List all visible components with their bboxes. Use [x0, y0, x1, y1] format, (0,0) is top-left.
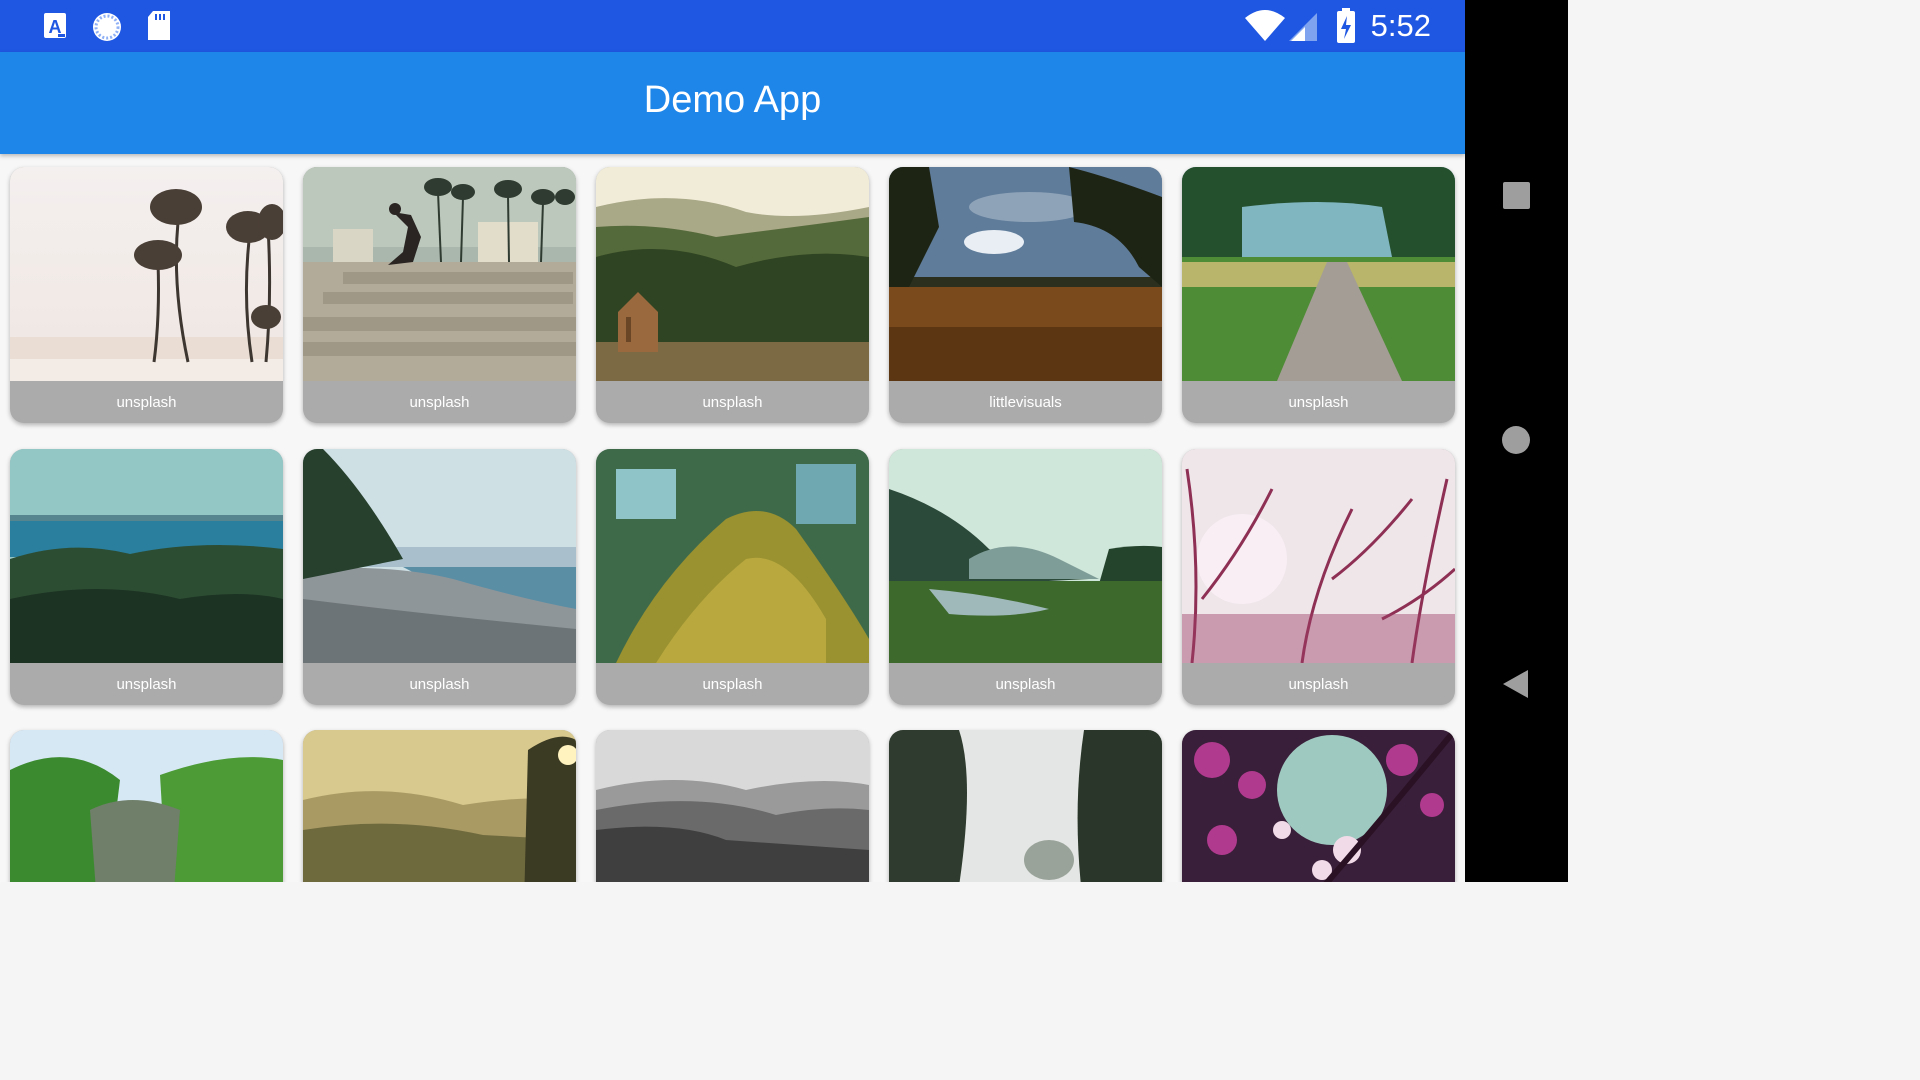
image-caption: littlevisuals: [989, 394, 1062, 411]
back-button[interactable]: [1465, 644, 1568, 724]
image-caption: unsplash: [409, 676, 470, 693]
green-ravine-photo: [10, 730, 283, 882]
image-card[interactable]: unsplash: [303, 167, 576, 423]
bw-hills-photo: [596, 730, 869, 882]
image-card[interactable]: unsplash: [10, 449, 283, 705]
river-valley-photo: [889, 449, 1162, 663]
image-card[interactable]: unsplash: [889, 449, 1162, 705]
image-card[interactable]: unsplash: [10, 167, 283, 423]
image-caption: unsplash: [116, 394, 177, 411]
app-title: Demo App: [643, 79, 822, 121]
status-time: 5:52: [1370, 8, 1431, 43]
foggy-road-photo: [889, 730, 1162, 882]
sd-card-icon: [148, 11, 170, 40]
palm-trees-photo: [10, 167, 283, 381]
app-bar: Demo App: [0, 52, 1465, 154]
home-button[interactable]: [1465, 400, 1568, 480]
image-card[interactable]: [889, 730, 1162, 882]
pink-blossom-photo: [1182, 730, 1455, 882]
image-card[interactable]: unsplash: [596, 167, 869, 423]
meadow-path-photo: [1182, 167, 1455, 381]
circle-icon: [1502, 426, 1530, 454]
image-card[interactable]: unsplash: [1182, 167, 1455, 423]
recents-button[interactable]: [1465, 156, 1568, 236]
pebble-beach-photo: [303, 449, 576, 663]
image-card[interactable]: unsplash: [1182, 449, 1455, 705]
image-grid[interactable]: unsplash unsplash unsplash littlevisuals…: [10, 167, 1456, 882]
image-caption: unsplash: [995, 676, 1056, 693]
battery-charging-icon: [1337, 8, 1355, 43]
skate-park-photo: [303, 167, 576, 381]
image-caption: unsplash: [1288, 676, 1349, 693]
image-caption: unsplash: [702, 394, 763, 411]
hazy-hills-photo: [303, 730, 576, 882]
forest-sea-photo: [10, 449, 283, 663]
image-caption: unsplash: [702, 676, 763, 693]
image-card[interactable]: [10, 730, 283, 882]
system-nav-bar: [1465, 0, 1568, 882]
translate-app-icon: A: [44, 13, 66, 38]
image-card[interactable]: [1182, 730, 1455, 882]
image-card[interactable]: [303, 730, 576, 882]
forest-hut-photo: [596, 167, 869, 381]
image-card[interactable]: [596, 730, 869, 882]
loading-spinner-icon: [93, 13, 121, 41]
image-card[interactable]: unsplash: [303, 449, 576, 705]
wifi-icon: [1245, 10, 1285, 41]
image-card[interactable]: unsplash: [596, 449, 869, 705]
field-sky-photo: [889, 167, 1162, 381]
pink-branches-photo: [1182, 449, 1455, 663]
back-triangle-icon: [1503, 670, 1528, 698]
square-icon: [1503, 182, 1530, 209]
image-caption: unsplash: [409, 394, 470, 411]
status-bar: A 5:52: [0, 0, 1465, 52]
cellular-signal-icon: [1289, 13, 1317, 41]
image-caption: unsplash: [116, 676, 177, 693]
image-caption: unsplash: [1288, 394, 1349, 411]
app-screen: A 5:52 Demo App unsplash unsplash unspla…: [0, 0, 1465, 882]
mossy-tree-photo: [596, 449, 869, 663]
image-card[interactable]: littlevisuals: [889, 167, 1162, 423]
